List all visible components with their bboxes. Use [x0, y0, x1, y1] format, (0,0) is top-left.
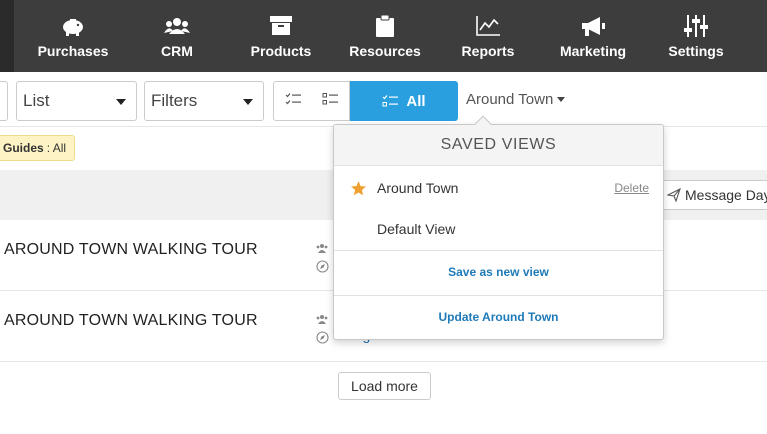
all-label: All	[406, 92, 426, 110]
chip-key: Guides	[3, 141, 44, 155]
nav-item-crm[interactable]: CRM	[142, 0, 212, 72]
current-view-label: Around Town	[466, 91, 554, 108]
people-icon	[164, 14, 190, 38]
nav-item-reports[interactable]: Reports	[452, 0, 524, 72]
all-toggle-button[interactable]: All	[350, 81, 458, 121]
star-icon	[350, 180, 367, 197]
archive-box-icon	[268, 14, 294, 38]
paper-plane-icon	[667, 188, 681, 202]
message-day-label: Message Day's	[685, 187, 767, 203]
list-select-value: List	[23, 91, 50, 110]
message-day-button[interactable]: Message Day's	[660, 180, 767, 210]
checklist-icon	[285, 92, 301, 111]
nav-item-marketing[interactable]: Marketing	[558, 0, 628, 72]
saved-view-default[interactable]: Default View	[334, 210, 663, 248]
nav-edge	[0, 0, 14, 72]
tour-title: AROUND TOWN WALKING TOUR	[4, 312, 258, 329]
chip-value: : All	[46, 141, 67, 155]
nav-item-purchases[interactable]: Purchases	[38, 0, 108, 72]
saved-views-trigger[interactable]: Around Town	[466, 91, 566, 108]
nav-item-resources[interactable]: Resources	[348, 0, 422, 72]
tour-title: AROUND TOWN WALKING TOUR	[4, 241, 258, 258]
load-more-button[interactable]: Load more	[338, 372, 431, 400]
saved-views-title: SAVED VIEWS	[334, 125, 663, 166]
nav-label: Resources	[349, 43, 421, 59]
nav-label: Settings	[668, 43, 724, 59]
chevron-down-icon	[243, 99, 253, 105]
chevron-down-icon	[116, 99, 126, 105]
sliders-icon	[683, 14, 709, 38]
compass-icon	[316, 260, 330, 274]
top-nav: Purchases CRM Products Resources Reports…	[0, 0, 767, 72]
saved-view-around-town[interactable]: Around Town Delete	[334, 169, 663, 207]
row-icons	[316, 311, 330, 351]
compass-icon	[316, 331, 330, 345]
saved-views-dropdown: SAVED VIEWS Around Town Delete Default V…	[333, 115, 664, 340]
nav-item-settings[interactable]: Settings	[662, 0, 730, 72]
piggy-bank-icon	[60, 14, 86, 38]
toolbar: List Filters All Around Town	[0, 72, 767, 127]
filters-select[interactable]: Filters	[144, 81, 264, 121]
saved-view-label: Around Town	[377, 180, 459, 196]
people-icon	[316, 240, 330, 254]
guides-filter-chip[interactable]: Guides : All	[0, 135, 76, 161]
nav-label: Purchases	[37, 43, 109, 59]
unchecked-list-toggle-button[interactable]	[311, 81, 350, 121]
toolbar-left-control[interactable]	[0, 81, 8, 121]
dropdown-divider	[334, 250, 663, 251]
nav-label: CRM	[161, 43, 193, 59]
row-icons	[316, 240, 330, 280]
checklist-icon	[382, 94, 399, 108]
dropdown-divider	[334, 295, 663, 296]
people-icon	[316, 311, 330, 325]
list-select[interactable]: List	[16, 81, 137, 121]
nav-label: Products	[250, 43, 312, 59]
save-as-new-view-button[interactable]: Save as new view	[334, 252, 663, 292]
nav-label: Reports	[461, 43, 515, 59]
checklist-toggle-button[interactable]	[273, 81, 312, 121]
nav-item-products[interactable]: Products	[246, 0, 316, 72]
chevron-down-icon	[557, 97, 566, 102]
delete-view-link[interactable]: Delete	[614, 181, 649, 195]
list-bullets-icon	[322, 92, 338, 111]
filters-select-value: Filters	[151, 91, 198, 110]
nav-label: Marketing	[559, 43, 627, 59]
saved-view-label: Default View	[377, 221, 456, 237]
update-view-button[interactable]: Update Around Town	[334, 297, 663, 337]
line-chart-icon	[475, 14, 501, 38]
clipboard-icon	[372, 14, 398, 38]
megaphone-icon	[580, 14, 606, 38]
